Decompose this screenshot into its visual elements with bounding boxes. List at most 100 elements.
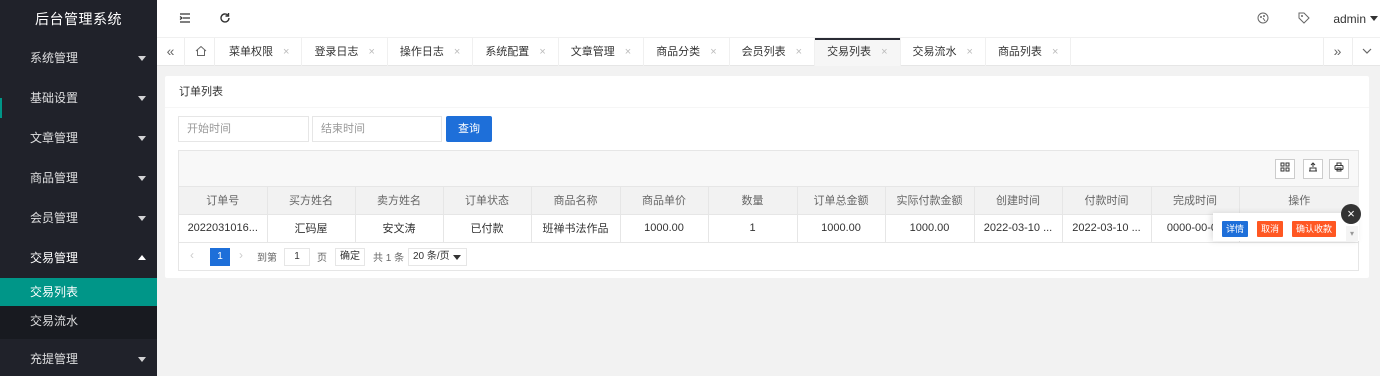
cell-paid-amount: 1000.00 bbox=[885, 214, 975, 243]
export-icon[interactable] bbox=[1303, 159, 1323, 179]
tab-scroll-right-icon[interactable]: » bbox=[1323, 38, 1351, 66]
tab-transaction-list[interactable]: 交易列表 × bbox=[815, 38, 901, 66]
sidebar-subitem-transaction-flow[interactable]: 交易流水 bbox=[0, 306, 157, 339]
close-fixed-column-icon[interactable]: × bbox=[1341, 204, 1361, 224]
page-number-input[interactable]: 1 bbox=[284, 247, 310, 266]
tab-operation-log[interactable]: 操作日志 × bbox=[388, 38, 474, 66]
column-header[interactable]: 订单总金额 bbox=[797, 187, 886, 215]
cell-order-status: 已付款 bbox=[443, 214, 532, 243]
card-title: 订单列表 bbox=[165, 76, 1369, 108]
chevron-down-icon bbox=[138, 176, 146, 181]
column-header[interactable]: 卖方姓名 bbox=[355, 187, 444, 215]
close-icon[interactable]: × bbox=[710, 46, 716, 58]
tab-label: 菜单权限 bbox=[229, 46, 273, 58]
close-icon[interactable]: × bbox=[368, 46, 374, 58]
chevron-down-icon bbox=[138, 96, 146, 101]
sidebar-item-transactions[interactable]: 交易管理 bbox=[0, 238, 157, 278]
menu-toggle-icon[interactable] bbox=[177, 11, 193, 27]
query-button[interactable]: 查询 bbox=[446, 116, 492, 142]
column-header[interactable]: 买方姓名 bbox=[267, 187, 356, 215]
tab-label: 文章管理 bbox=[570, 46, 615, 58]
sidebar-item-system[interactable]: 系统管理 bbox=[0, 38, 157, 78]
sidebar-item-articles[interactable]: 文章管理 bbox=[0, 118, 157, 158]
cell-paid-time: 2022-03-10 ... bbox=[1062, 214, 1152, 243]
tab-dropdown-icon[interactable] bbox=[1352, 38, 1380, 66]
page-confirm-button[interactable]: 确定 bbox=[335, 247, 365, 266]
app-logo: 后台管理系统 bbox=[0, 0, 157, 38]
table-toolbar bbox=[179, 151, 1358, 187]
table-header-row: 订单号 买方姓名 卖方姓名 订单状态 商品名称 商品单价 数量 订单总金额 实际… bbox=[179, 187, 1359, 215]
tab-label: 交易列表 bbox=[827, 46, 872, 58]
current-page[interactable]: 1 bbox=[210, 247, 230, 266]
column-header[interactable]: 付款时间 bbox=[1062, 187, 1152, 215]
cell-unit-price: 1000.00 bbox=[620, 214, 709, 243]
tab-label: 商品分类 bbox=[656, 46, 701, 58]
chevron-down-icon bbox=[138, 56, 146, 61]
close-icon[interactable]: × bbox=[881, 46, 887, 58]
close-icon[interactable]: × bbox=[454, 46, 460, 58]
tab-product-list[interactable]: 商品列表 × bbox=[986, 38, 1072, 66]
home-icon[interactable] bbox=[187, 38, 215, 66]
column-header[interactable]: 数量 bbox=[708, 187, 798, 215]
sidebar-subitem-transaction-list[interactable]: 交易列表 bbox=[0, 278, 157, 306]
chevron-up-icon bbox=[138, 255, 146, 260]
sidebar: 后台管理系统 系统管理 基础设置 文章管理 商品管理 会员管理 交易管理 交易列… bbox=[0, 0, 157, 376]
column-header[interactable]: 创建时间 bbox=[974, 187, 1063, 215]
tab-system-config[interactable]: 系统配置 × bbox=[473, 38, 559, 66]
chevron-down-icon bbox=[138, 357, 146, 362]
operations-fixed-column: 详情 取消 确认收款 bbox=[1213, 213, 1359, 241]
start-time-input[interactable]: 开始时间 bbox=[178, 116, 309, 142]
confirm-receipt-button[interactable]: 确认收款 bbox=[1292, 221, 1337, 237]
table-row[interactable]: 2022031016... 汇码屋 安文涛 已付款 班禅书法作品 1000.00… bbox=[179, 214, 1359, 243]
username: admin bbox=[1333, 12, 1366, 26]
close-icon[interactable]: × bbox=[796, 46, 802, 58]
tab-login-log[interactable]: 登录日志 × bbox=[302, 38, 388, 66]
prev-page-icon[interactable]: ‹ bbox=[190, 248, 194, 262]
tab-article-management[interactable]: 文章管理 × bbox=[559, 38, 645, 66]
close-icon[interactable]: × bbox=[625, 46, 631, 58]
refresh-icon[interactable] bbox=[217, 11, 233, 27]
sidebar-item-label: 充提管理 bbox=[30, 352, 79, 366]
tab-transaction-flow[interactable]: 交易流水 × bbox=[901, 38, 986, 66]
tag-icon[interactable] bbox=[1296, 11, 1312, 27]
sidebar-item-label: 系统管理 bbox=[30, 51, 79, 65]
theme-icon[interactable] bbox=[1255, 11, 1271, 27]
order-list-card: 订单列表 开始时间 结束时间 查询 订单号 买方姓名 卖方姓名 订单状态 商品名… bbox=[165, 76, 1369, 278]
next-page-icon[interactable]: › bbox=[239, 248, 243, 262]
column-header[interactable]: 订单状态 bbox=[443, 187, 532, 215]
top-header: admin bbox=[157, 0, 1380, 38]
column-header[interactable]: 商品名称 bbox=[531, 187, 621, 215]
scroll-down-icon[interactable]: ▾ bbox=[1346, 226, 1358, 241]
sidebar-item-members[interactable]: 会员管理 bbox=[0, 198, 157, 238]
chevron-down-icon bbox=[453, 254, 461, 260]
tab-menu-permissions[interactable]: 菜单权限 × bbox=[217, 38, 303, 66]
column-header[interactable]: 商品单价 bbox=[620, 187, 709, 215]
detail-button[interactable]: 详情 bbox=[1222, 221, 1249, 237]
sidebar-item-label: 文章管理 bbox=[30, 131, 79, 145]
sidebar-item-products[interactable]: 商品管理 bbox=[0, 158, 157, 198]
cancel-button[interactable]: 取消 bbox=[1257, 221, 1284, 237]
print-icon[interactable] bbox=[1329, 159, 1349, 179]
close-icon[interactable]: × bbox=[1052, 46, 1058, 58]
columns-filter-icon[interactable] bbox=[1275, 159, 1295, 179]
cell-seller-name: 安文涛 bbox=[355, 214, 444, 243]
sidebar-item-label: 会员管理 bbox=[30, 211, 79, 225]
tab-scroll-left-icon[interactable]: « bbox=[157, 38, 185, 66]
tab-member-list[interactable]: 会员列表 × bbox=[730, 38, 816, 66]
close-icon[interactable]: × bbox=[967, 46, 973, 58]
end-time-input[interactable]: 结束时间 bbox=[312, 116, 442, 142]
column-header[interactable]: 完成时间 bbox=[1151, 187, 1240, 215]
column-header[interactable]: 订单号 bbox=[179, 187, 268, 215]
user-menu[interactable]: admin bbox=[1333, 12, 1378, 26]
close-icon[interactable]: × bbox=[539, 46, 545, 58]
order-table: 订单号 买方姓名 卖方姓名 订单状态 商品名称 商品单价 数量 订单总金额 实际… bbox=[178, 150, 1359, 271]
sidebar-item-basic-settings[interactable]: 基础设置 bbox=[0, 78, 157, 118]
column-header[interactable]: 实际付款金额 bbox=[885, 187, 975, 215]
cell-quantity: 1 bbox=[708, 214, 798, 243]
tab-product-category[interactable]: 商品分类 × bbox=[644, 38, 730, 66]
sidebar-item-label: 基础设置 bbox=[30, 91, 79, 105]
page-size-select[interactable]: 20 条/页 bbox=[408, 247, 467, 266]
close-icon[interactable]: × bbox=[283, 46, 289, 58]
sidebar-item-deposit-withdraw[interactable]: 充提管理 bbox=[0, 339, 157, 376]
cell-created-time: 2022-03-10 ... bbox=[974, 214, 1063, 243]
